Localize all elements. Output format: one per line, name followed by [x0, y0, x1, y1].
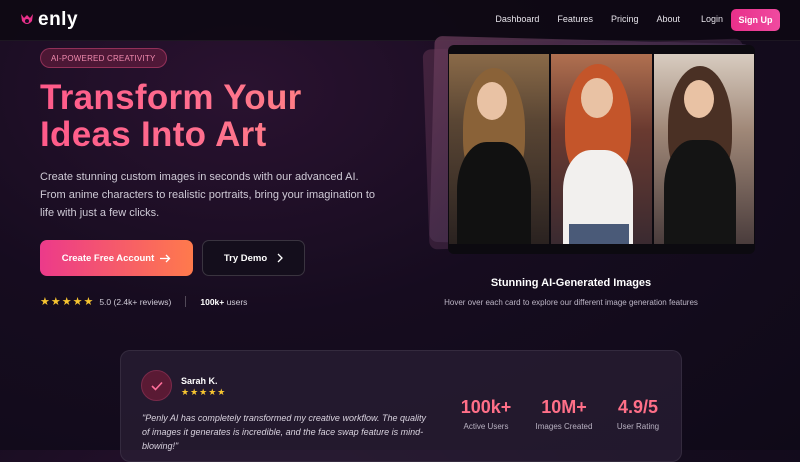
login-link[interactable]: Login [701, 14, 723, 24]
logo-icon [21, 14, 33, 24]
stat-images-created: 10M+ Images Created [530, 397, 598, 431]
check-icon [150, 381, 163, 391]
nav-link-features[interactable]: Features [557, 14, 593, 24]
create-account-button[interactable]: Create Free Account [40, 240, 193, 276]
chevron-right-icon [277, 253, 284, 263]
signup-button[interactable]: Sign Up [731, 9, 780, 31]
users-count: 100k+ users [200, 297, 247, 307]
stat-active-users: 100k+ Active Users [455, 397, 517, 431]
stat-label: Images Created [535, 422, 593, 431]
generated-portrait-2[interactable] [551, 54, 652, 244]
rating-stars: ★★★★★ [40, 296, 95, 308]
try-demo-button[interactable]: Try Demo [202, 240, 305, 276]
stat-value: 10M+ [541, 397, 587, 417]
avatar [141, 370, 172, 401]
stat-value: 100k+ [460, 397, 512, 417]
stat-label: User Rating [616, 422, 660, 431]
try-demo-label: Try Demo [223, 252, 268, 264]
nav-link-pricing[interactable]: Pricing [611, 14, 639, 24]
headline-line-1: Transform Your [40, 78, 302, 117]
testimonial-quote: "Penly AI has completely transformed my … [142, 413, 426, 451]
nav-link-about[interactable]: About [656, 14, 680, 24]
testimonial-name: Sarah K. [181, 376, 218, 386]
users-count-label: users [226, 296, 248, 307]
generated-portrait-1[interactable] [449, 54, 550, 244]
nav-links: Dashboard Features Pricing About [495, 14, 680, 24]
top-nav: enly Dashboard Features Pricing About Lo… [0, 0, 800, 41]
hero-headline: Transform Your Ideas Into Art [40, 79, 370, 153]
hero-badge: AI-POWERED CREATIVITY [40, 48, 167, 68]
users-count-value: 100k+ [200, 296, 225, 307]
nav-link-dashboard[interactable]: Dashboard [495, 14, 539, 24]
image-gallery-card[interactable] [448, 45, 755, 254]
stat-value: 4.9/5 [617, 397, 659, 417]
stat-user-rating: 4.9/5 User Rating [610, 397, 666, 431]
rating-row: ★★★★★ 5.0 (2.4k+ reviews) 100k+ users [40, 295, 247, 308]
create-account-label: Create Free Account [61, 252, 155, 264]
testimonial-stars: ★★★★★ [181, 387, 227, 397]
rating-text: 5.0 (2.4k+ reviews) [99, 296, 172, 307]
gallery-title: Stunning AI-Generated Images [490, 277, 652, 289]
rating-divider [185, 296, 187, 307]
stat-label: Active Users [463, 422, 509, 431]
logo[interactable]: enly [18, 9, 78, 31]
gallery-subtitle: Hover over each card to explore our diff… [444, 298, 698, 307]
hero-description: Create stunning custom images in seconds… [40, 171, 376, 219]
arrow-right-icon [160, 254, 171, 262]
generated-portrait-3[interactable] [653, 54, 754, 244]
headline-line-2: Ideas Into Art [40, 115, 267, 154]
logo-text: enly [38, 9, 79, 30]
